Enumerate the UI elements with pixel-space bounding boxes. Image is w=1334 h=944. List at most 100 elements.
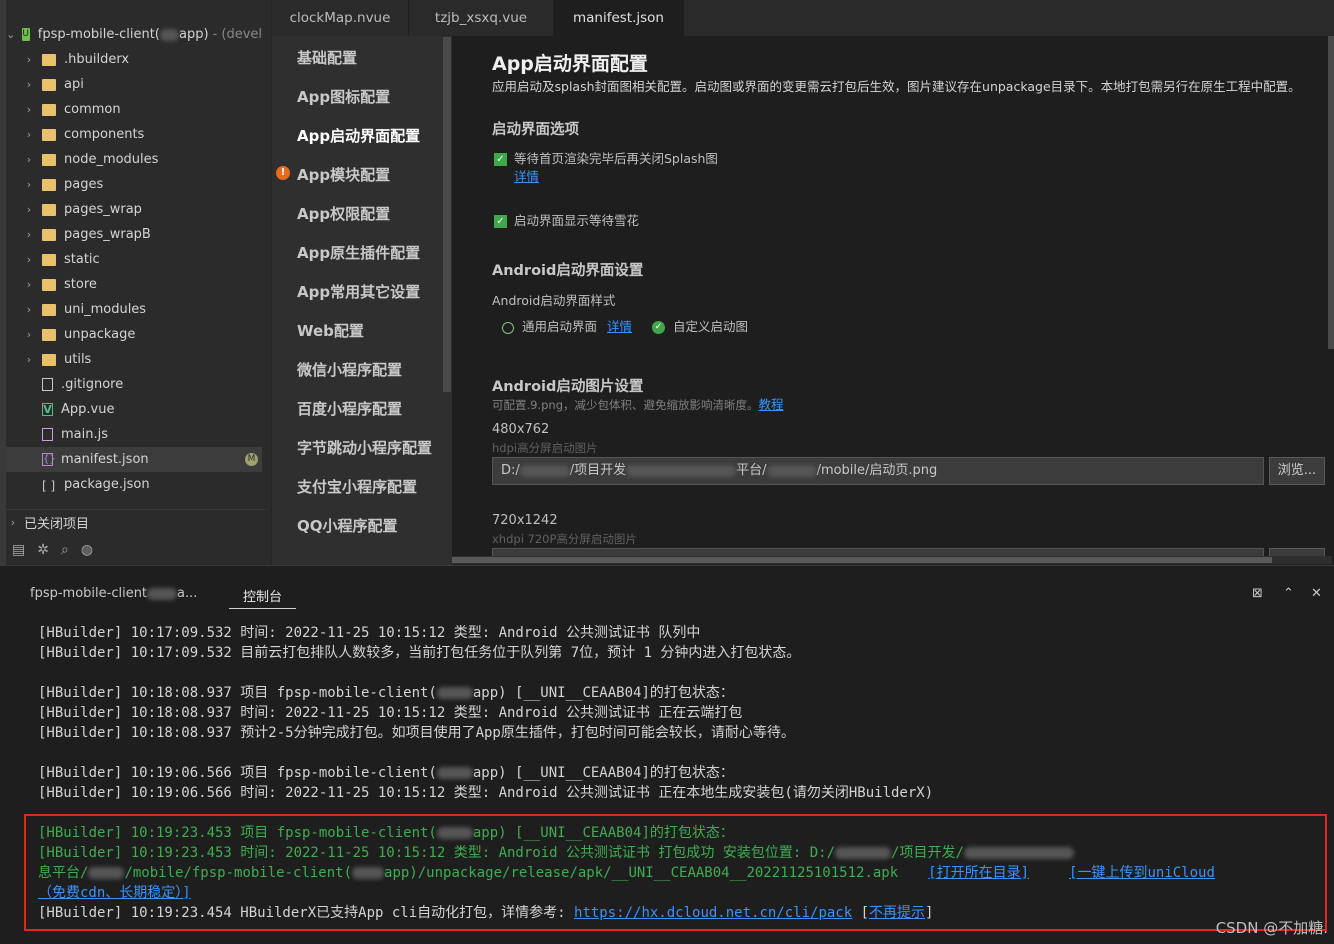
folder-icon [42,228,56,241]
radio-default-splash[interactable]: 通用启动界面 详情 ✓ 自定义启动图 [502,316,748,335]
project-name-tail: app) [179,27,209,42]
chevron-down-icon: ⌄ [6,28,16,41]
chevron-right-icon: › [26,103,32,116]
tree-item[interactable]: [ ] package.json [6,472,262,497]
radio-checked-icon[interactable]: ✓ [652,321,665,334]
nav-alipay[interactable]: 支付宝小程序配置 [297,476,417,497]
chevron-up-icon[interactable]: ⌃ [1283,586,1294,601]
checkbox-checked-icon[interactable]: ✓ [494,215,507,228]
waiting-snowflake-option[interactable]: ✓ 启动界面显示等待雪花 [494,210,639,229]
tree-item[interactable]: {} manifest.json M [6,447,262,472]
nav-app-splash[interactable]: App启动界面配置 [297,125,420,146]
wait-render-option[interactable]: ✓ 等待首页渲染完毕后再关闭Splash图 [494,148,718,167]
android-image-note: 可配置.9.png，减少包体积、避免缩放影响清晰度。教程 [492,394,784,413]
folder-icon [42,53,56,66]
tree-item[interactable]: › node_modules [6,147,262,172]
tab-project-console[interactable]: fpsp-mobile-client a... [30,586,197,601]
tab-manifest[interactable]: manifest.json [554,0,684,36]
chevron-right-icon: › [26,303,32,316]
horizontal-scrollbar-thumb[interactable] [452,557,1272,563]
nav-app-modules[interactable]: App模块配置 [297,164,390,185]
hdpi-path-input[interactable]: D:/ /项目开发 平台/ /mobile/启动页.png [492,457,1264,485]
tree-item[interactable]: › pages_wrapB [6,222,262,247]
chevron-right-icon: › [26,203,32,216]
search-files-icon[interactable]: ⌕ [61,542,69,558]
closed-projects-label: 已关闭项目 [24,516,90,532]
tree-item[interactable]: › .hbuilderx [6,47,262,72]
console-line: [HBuilder] 10:19:06.566 项目 fpsp-mobile-c… [38,763,734,783]
folder-icon [42,128,56,141]
debug-icon[interactable]: ✲ [37,542,49,558]
tab-clockmap[interactable]: clockMap.nvue [272,0,409,36]
tab-console[interactable]: 控制台 [229,586,297,609]
console-tabs: fpsp-mobile-client a... 控制台 ⊠ ⌃ ✕ [0,566,1334,612]
closed-projects[interactable]: › 已关闭项目 [6,509,266,534]
tab-tzjb-xsxq[interactable]: tzjb_xsxq.vue [409,0,554,36]
checkbox-checked-icon[interactable]: ✓ [494,153,507,166]
nav-baidu[interactable]: 百度小程序配置 [297,398,402,419]
nav-app-permissions[interactable]: App权限配置 [297,203,390,224]
wait-render-detail-link[interactable]: 详情 [514,166,539,185]
console-line: [HBuilder] 10:18:08.937 时间: 2022-11-25 1… [38,705,743,721]
tree-item[interactable]: › api [6,72,262,97]
path-part: /项目开发 [569,463,627,478]
tree-item[interactable]: .gitignore [6,372,262,397]
tree-item[interactable]: › utils [6,347,262,372]
tree-item[interactable]: › pages_wrap [6,197,262,222]
editor-tabs: clockMap.nvue tzjb_xsxq.vue manifest.jso… [272,0,1334,36]
close-panel-icon[interactable]: ✕ [1311,586,1322,601]
tab-project-label: fpsp-mobile-client [30,586,148,601]
modified-badge: M [245,453,258,466]
tree-item-label: pages_wrapB [64,227,151,242]
folder-icon [42,153,56,166]
radio-default-detail-link[interactable]: 详情 [607,319,632,334]
project-root[interactable]: ⌄ U fpsp-mobile-client( app) - (devel [6,22,262,47]
tree-item[interactable]: › components [6,122,262,147]
path-part: D:/ [501,463,520,478]
nav-toutiao[interactable]: 字节跳动小程序配置 [297,437,432,458]
folder-icon [42,253,56,266]
clear-console-icon[interactable]: ⊠ [1252,586,1263,601]
console-text: [HBuilder] 10:19:06.566 项目 fpsp-mobile-c… [38,765,437,781]
console-line: [HBuilder] 10:18:08.937 项目 fpsp-mobile-c… [38,683,734,703]
redacted-text [436,687,473,699]
console-panel: fpsp-mobile-client a... 控制台 ⊠ ⌃ ✕ [HBuild… [0,565,1334,944]
plugin-icon[interactable]: ◍ [81,542,93,558]
tree-item-label: .hbuilderx [64,52,130,67]
android-splash-title: Android启动界面设置 [492,263,644,279]
redacted-text [159,28,179,41]
chevron-right-icon: › [26,253,32,266]
vue-file-icon: V [42,403,53,416]
radio-unchecked-icon[interactable] [502,321,514,334]
console-line: [HBuilder] 10:17:09.532 目前云打包排队人数较多，当前打包… [38,645,801,661]
redacted-text [626,464,737,477]
tree-item[interactable]: main.js [6,422,262,447]
nav-scrollbar[interactable] [443,37,451,392]
tutorial-link[interactable]: 教程 [759,397,784,412]
splash-settings: App启动界面配置 应用启动及splash封面图相关配置。启动图或界面的变更需云… [452,36,1334,565]
project-manager-icon[interactable]: ▤ [12,542,25,558]
nav-app-icon[interactable]: App图标配置 [297,86,390,107]
nav-qq[interactable]: QQ小程序配置 [297,515,398,536]
tree-item[interactable]: › store [6,272,262,297]
radio-default-label: 通用启动界面 [522,319,598,334]
nav-app-native-plugins[interactable]: App原生插件配置 [297,242,420,263]
tree-item-label: unpackage [64,327,136,342]
nav-weixin[interactable]: 微信小程序配置 [297,359,402,380]
redacted-text [519,464,570,477]
tree-item-label: api [64,77,84,92]
nav-app-other[interactable]: App常用其它设置 [297,281,420,302]
waiting-snowflake-label: 启动界面显示等待雪花 [514,213,640,228]
tree-item-label: pages_wrap [64,202,142,217]
browse-button[interactable]: 浏览... [1269,457,1325,485]
tree-item[interactable]: › static [6,247,262,272]
page-title: App启动界面配置 [492,53,648,75]
tree-item[interactable]: › unpackage [6,322,262,347]
tree-item[interactable]: V App.vue [6,397,262,422]
content-scrollbar[interactable] [1328,36,1334,349]
nav-web[interactable]: Web配置 [297,320,364,341]
tree-item[interactable]: › common [6,97,262,122]
tree-item[interactable]: › pages [6,172,262,197]
tree-item[interactable]: › uni_modules [6,297,262,322]
nav-basic[interactable]: 基础配置 [297,47,357,68]
